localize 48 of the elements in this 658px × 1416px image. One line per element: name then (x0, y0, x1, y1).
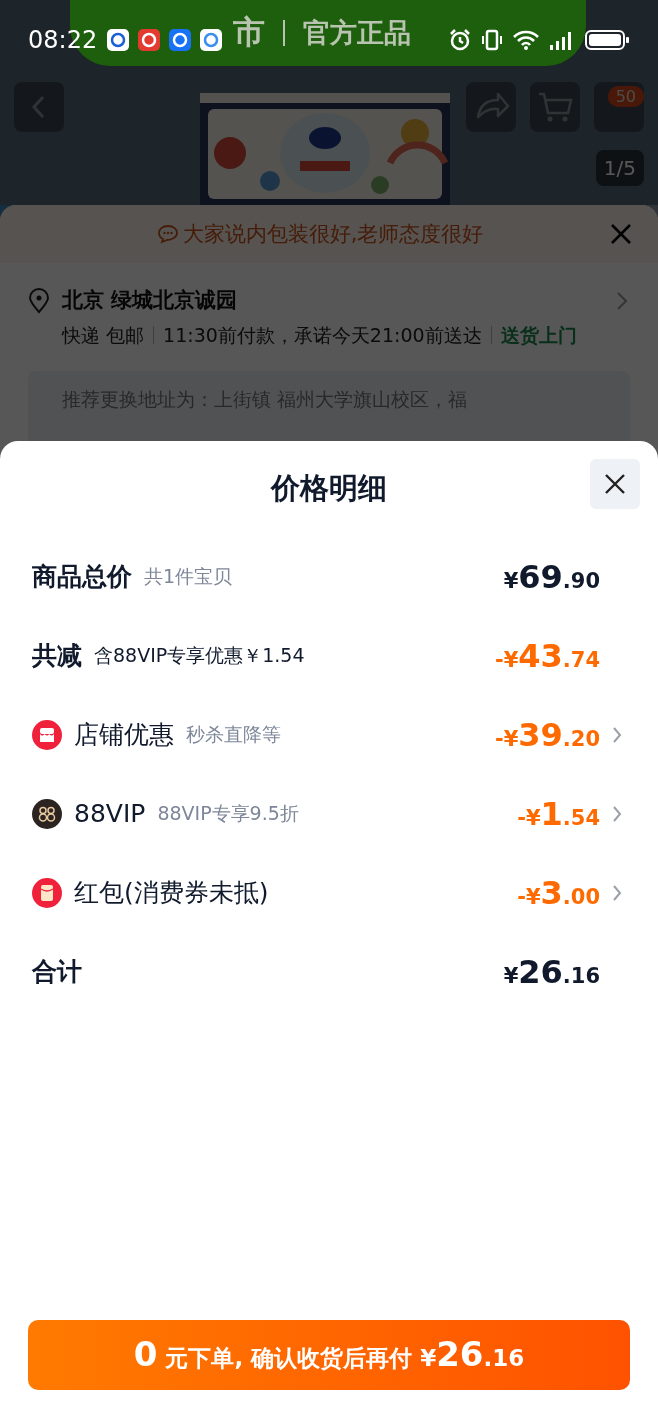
app-icon (107, 29, 130, 51)
row-price: -¥39.20 (494, 715, 600, 754)
envelope-icon (32, 877, 62, 908)
app-icon (169, 29, 192, 51)
row-label: 合计 (32, 956, 82, 988)
vibrate-icon (480, 28, 504, 52)
page-indicator: 1/5 (595, 150, 644, 186)
tip-text: 大家说内包装很好,老师态度很好 (182, 221, 484, 248)
banner-brand: 市 (233, 12, 265, 53)
battery-icon (584, 28, 630, 52)
banner-slogan: 官方正品 (303, 16, 411, 50)
chat-icon (156, 224, 179, 244)
store-icon (32, 719, 62, 750)
row-note: 88VIP专享9.5折 (157, 800, 299, 826)
row-price: -¥43.74 (494, 636, 600, 675)
wifi-icon (512, 29, 540, 51)
row-note: 含88VIP专享优惠￥1.54 (94, 642, 305, 668)
row-price: -¥3.00 (517, 873, 600, 912)
chevron-right-icon (616, 291, 628, 311)
chevron-right-icon (612, 804, 622, 823)
vip-icon (32, 798, 62, 829)
row-price: -¥1.54 (517, 794, 600, 833)
row-label: 店铺优惠 (74, 719, 174, 751)
row-label: 88VIP (74, 799, 146, 828)
cart-icon[interactable] (530, 82, 580, 132)
cart-badge: 50 (607, 86, 644, 107)
close-icon[interactable] (590, 459, 640, 509)
app-icon (138, 29, 161, 51)
share-icon[interactable] (466, 82, 516, 132)
row-label: 红包(消费券未抵) (74, 877, 269, 909)
back-icon[interactable] (14, 82, 64, 132)
discount-row[interactable]: 88VIP 88VIP专享9.5折 -¥1.54 (0, 774, 658, 853)
discount-row[interactable]: 红包(消费券未抵) -¥3.00 (0, 853, 658, 932)
chevron-right-icon (612, 883, 622, 902)
row-note: 秒杀直降等 (186, 721, 281, 747)
alarm-icon (448, 28, 472, 52)
row-label: 共减 (32, 640, 82, 672)
row-label: 商品总价 (32, 561, 132, 593)
row-note: 共1件宝贝 (144, 563, 233, 589)
row-price: ¥26.16 (503, 952, 600, 991)
location-pin-icon (28, 288, 50, 314)
row-price: ¥69.90 (503, 557, 600, 596)
sheet-title: 价格明细 (271, 470, 387, 507)
delivery-info: 快递 包邮 11:30前付款，承诺今天21:00前送达 送货上门 (62, 323, 578, 348)
app-icon (200, 29, 223, 51)
status-time: 08:22 (28, 26, 98, 54)
discount-row[interactable]: 店铺优惠 秒杀直降等 -¥39.20 (0, 695, 658, 774)
chevron-right-icon (612, 725, 622, 744)
